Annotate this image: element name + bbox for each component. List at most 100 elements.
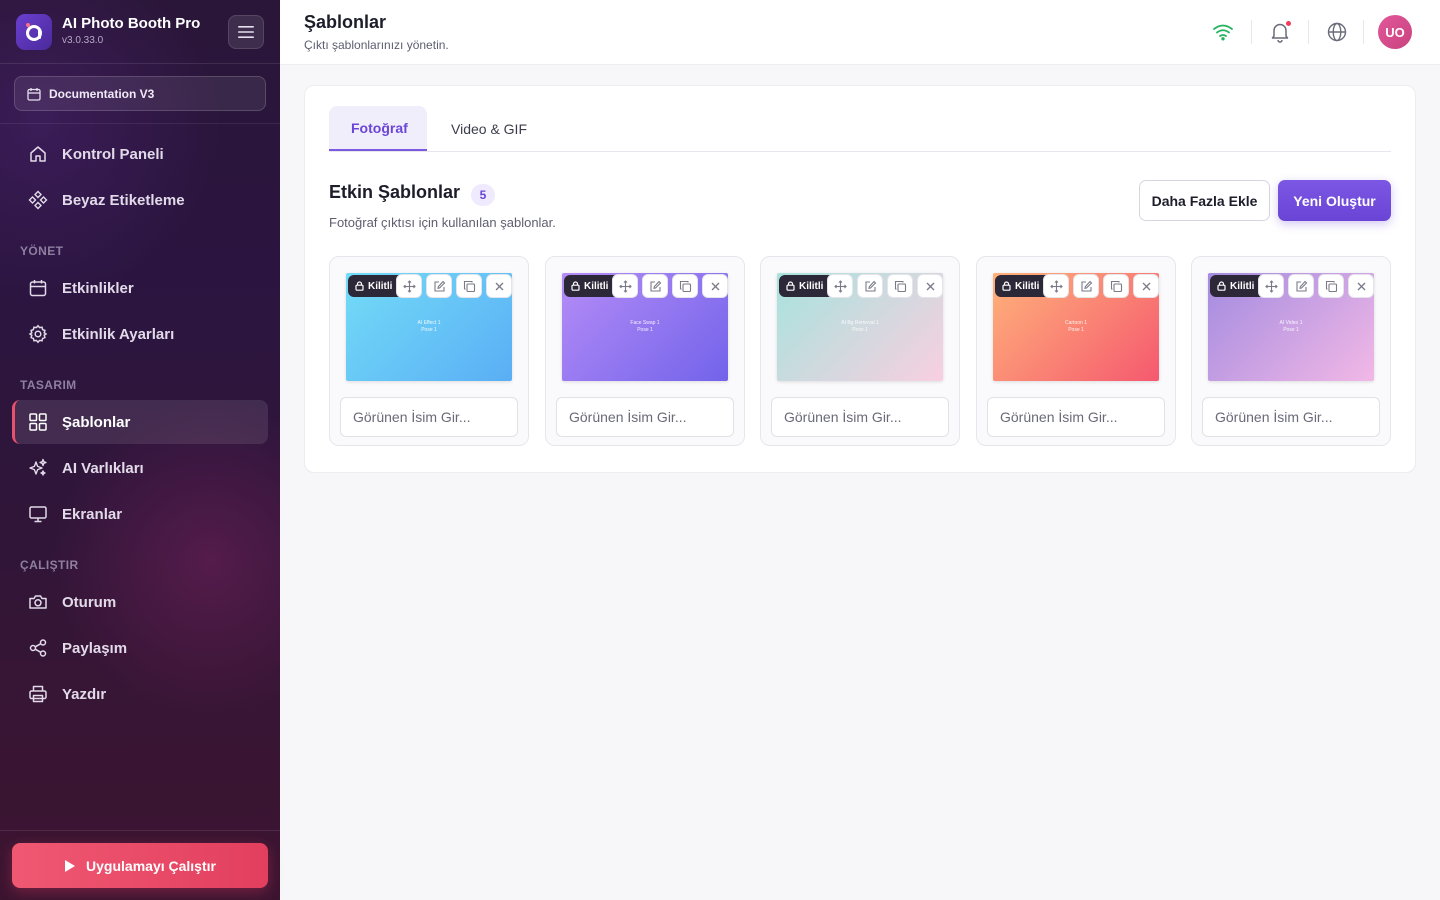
- remove-button[interactable]: [1348, 274, 1374, 298]
- sidebar-header: AI Photo Booth Pro v3.0.33.0: [0, 0, 280, 64]
- notification-dot: [1285, 20, 1292, 27]
- display-name-input[interactable]: [1202, 397, 1380, 437]
- tab-photo[interactable]: Fotoğraf: [329, 106, 427, 151]
- sidebar-item-label: AI Varlıkları: [62, 459, 144, 477]
- move-icon: [1264, 279, 1278, 293]
- move-button[interactable]: [827, 274, 853, 298]
- count-badge: 5: [471, 184, 495, 206]
- sidebar-item-label: Beyaz Etiketleme: [62, 191, 185, 209]
- create-new-button[interactable]: Yeni Oluştur: [1278, 180, 1391, 221]
- locked-label: Kilitli: [368, 280, 393, 292]
- duplicate-button[interactable]: [672, 274, 698, 298]
- thumbnail-caption: Cartoon 1: [1065, 320, 1087, 326]
- section-title: Etkin Şablonlar: [329, 182, 461, 202]
- edit-button[interactable]: [642, 274, 668, 298]
- wifi-status-icon[interactable]: [1210, 19, 1236, 45]
- edit-button[interactable]: [426, 274, 452, 298]
- sidebar-item-label: Kontrol Paneli: [62, 145, 164, 163]
- duplicate-button[interactable]: [887, 274, 913, 298]
- play-icon: [65, 859, 76, 872]
- duplicate-icon: [463, 280, 475, 292]
- edit-icon: [433, 280, 445, 292]
- sidebar-item-session[interactable]: Oturum: [12, 580, 268, 624]
- locked-label: Kilitli: [799, 280, 824, 292]
- tab-bar: Fotoğraf Video & GIF: [329, 106, 1391, 152]
- close-icon: [1142, 282, 1150, 290]
- gear-icon: [28, 324, 48, 344]
- display-name-input[interactable]: [340, 397, 518, 437]
- thumbnail-caption: Pose 1: [1068, 327, 1084, 333]
- sidebar-item-ai-assets[interactable]: AI Varlıkları: [12, 446, 268, 490]
- edit-button[interactable]: [857, 274, 883, 298]
- section-label-manage: YÖNET: [20, 244, 64, 258]
- locked-label: Kilitli: [1230, 280, 1255, 292]
- page-title: Şablonlar: [304, 12, 387, 32]
- remove-button[interactable]: [1133, 274, 1159, 298]
- duplicate-button[interactable]: [1318, 274, 1344, 298]
- duplicate-button[interactable]: [456, 274, 482, 298]
- sidebar-item-print[interactable]: Yazdır: [12, 672, 268, 716]
- edit-icon: [1295, 280, 1307, 292]
- menu-toggle-button[interactable]: [228, 15, 264, 49]
- calendar-icon: [29, 280, 47, 297]
- remove-button[interactable]: [702, 274, 728, 298]
- remove-button[interactable]: [486, 274, 512, 298]
- template-card[interactable]: AI Video 1 Pose 1 Kilitli: [1191, 256, 1391, 446]
- duplicate-icon: [679, 280, 691, 292]
- sidebar-item-templates[interactable]: Şablonlar: [12, 400, 268, 444]
- sidebar-item-screens[interactable]: Ekranlar: [12, 492, 268, 536]
- add-more-button[interactable]: Daha Fazla Ekle: [1139, 180, 1270, 221]
- move-button[interactable]: [1258, 274, 1284, 298]
- sidebar-item-label: Etkinlik Ayarları: [62, 325, 175, 343]
- display-name-input[interactable]: [556, 397, 734, 437]
- sidebar-item-label: Oturum: [62, 593, 117, 611]
- sidebar-item-white-label[interactable]: Beyaz Etiketleme: [12, 178, 268, 222]
- language-button[interactable]: [1324, 19, 1350, 45]
- move-icon: [1049, 279, 1063, 293]
- edit-icon: [649, 280, 661, 292]
- duplicate-button[interactable]: [1103, 274, 1129, 298]
- divider: [1308, 20, 1309, 44]
- move-button[interactable]: [396, 274, 422, 298]
- template-card[interactable]: Cartoon 1 Pose 1 Kilitli: [976, 256, 1176, 446]
- notifications-button[interactable]: [1267, 19, 1293, 45]
- thumbnail-caption: Pose 1: [1283, 327, 1299, 333]
- thumbnail-caption: AI Bg Removal 1: [841, 320, 879, 326]
- avatar[interactable]: UO: [1378, 15, 1412, 49]
- page-subtitle: Çıktı şablonlarınızı yönetin.: [304, 38, 449, 52]
- sidebar-item-label: Paylaşım: [62, 639, 128, 657]
- template-card[interactable]: AI Effect 1 Pose 1 Kilitli: [329, 256, 529, 446]
- sidebar-item-events[interactable]: Etkinlikler: [12, 266, 268, 310]
- locked-label: Kilitli: [1015, 280, 1040, 292]
- edit-button[interactable]: [1073, 274, 1099, 298]
- remove-button[interactable]: [917, 274, 943, 298]
- sidebar-item-event-settings[interactable]: Etkinlik Ayarları: [12, 312, 268, 356]
- app-name: AI Photo Booth Pro: [62, 15, 201, 32]
- edit-button[interactable]: [1288, 274, 1314, 298]
- move-button[interactable]: [1043, 274, 1069, 298]
- template-card[interactable]: Face Swap 1 Pose 1 Kilitli: [545, 256, 745, 446]
- move-button[interactable]: [612, 274, 638, 298]
- sidebar-item-label: Yazdır: [62, 685, 107, 703]
- display-name-input[interactable]: [771, 397, 949, 437]
- move-icon: [833, 279, 847, 293]
- tab-video-gif[interactable]: Video & GIF: [429, 106, 549, 151]
- event-picker[interactable]: Documentation V3: [14, 76, 266, 111]
- close-icon: [495, 282, 503, 290]
- template-card[interactable]: AI Bg Removal 1 Pose 1 Kilitli: [760, 256, 960, 446]
- display-name-input[interactable]: [987, 397, 1165, 437]
- sidebar-item-sharing[interactable]: Paylaşım: [12, 626, 268, 670]
- diamond-grid-icon: [28, 190, 48, 210]
- hamburger-icon: [238, 26, 254, 38]
- run-app-button[interactable]: Uygulamayı Çalıştır: [12, 843, 268, 888]
- lock-icon: [1217, 281, 1226, 291]
- close-icon: [1357, 282, 1365, 290]
- monitor-icon: [29, 506, 47, 523]
- app-logo-icon: [16, 14, 52, 50]
- sidebar-item-label: Şablonlar: [62, 413, 131, 431]
- camera-icon: [29, 595, 47, 609]
- globe-icon: [1327, 22, 1347, 42]
- section-label-run: ÇALIŞTIR: [20, 558, 79, 572]
- sidebar-item-dashboard[interactable]: Kontrol Paneli: [12, 132, 268, 176]
- calendar-icon: [27, 87, 41, 101]
